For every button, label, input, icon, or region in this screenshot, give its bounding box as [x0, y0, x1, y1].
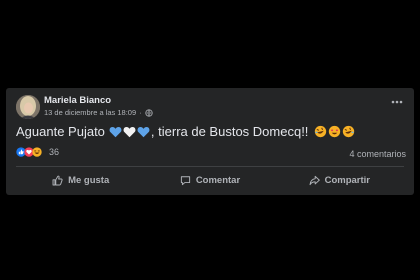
haha-reaction-icon: [32, 147, 42, 157]
facebook-post-card: Mariela Bianco 13 de diciembre a las 18:…: [6, 88, 414, 195]
reactions-summary[interactable]: 36: [16, 147, 59, 157]
post-text-start: Aguante Pujato: [16, 124, 105, 139]
blue-heart-icon: [109, 126, 122, 137]
rofl-emoji-icon: [343, 125, 355, 138]
share-button-label: Compartir: [324, 174, 371, 186]
avatar[interactable]: [16, 95, 40, 119]
rofl-emoji-icon: [315, 125, 327, 138]
heart-eyes-emoji-icon: [329, 125, 341, 138]
share-button[interactable]: Compartir: [275, 168, 404, 192]
post-body: Aguante Pujato , tierra de Bustos Domecq…: [16, 124, 355, 139]
globe-icon: [145, 108, 153, 117]
comments-count-link[interactable]: 4 comentarios: [349, 149, 406, 159]
blue-heart-icon: [137, 126, 150, 137]
thumbs-up-icon: [52, 175, 63, 185]
post-actions: Me gusta Comentar Compartir: [16, 168, 404, 192]
comment-button-label: Comentar: [195, 174, 241, 186]
meta-separator: ·: [139, 108, 142, 117]
share-arrow-icon: [309, 175, 320, 185]
divider: [16, 166, 404, 167]
white-heart-icon: [123, 126, 136, 137]
reaction-icons: [16, 147, 42, 157]
comment-bubble-icon: [180, 175, 190, 185]
post-text-end: , tierra de Bustos Domecq!!: [150, 124, 309, 139]
comment-button[interactable]: Comentar: [145, 168, 274, 192]
like-button[interactable]: Me gusta: [16, 168, 145, 192]
laughing-emojis: [314, 125, 355, 138]
like-button-label: Me gusta: [68, 174, 110, 186]
post-meta: 13 de diciembre a las 18:09 ·: [44, 108, 153, 117]
more-options-icon[interactable]: [390, 98, 404, 106]
heart-emojis: [109, 126, 150, 138]
post-timestamp[interactable]: 13 de diciembre a las 18:09: [44, 108, 136, 117]
author-name[interactable]: Mariela Bianco: [44, 95, 111, 106]
avatar-photo: [16, 95, 40, 119]
reactions-count: 36: [49, 147, 60, 157]
